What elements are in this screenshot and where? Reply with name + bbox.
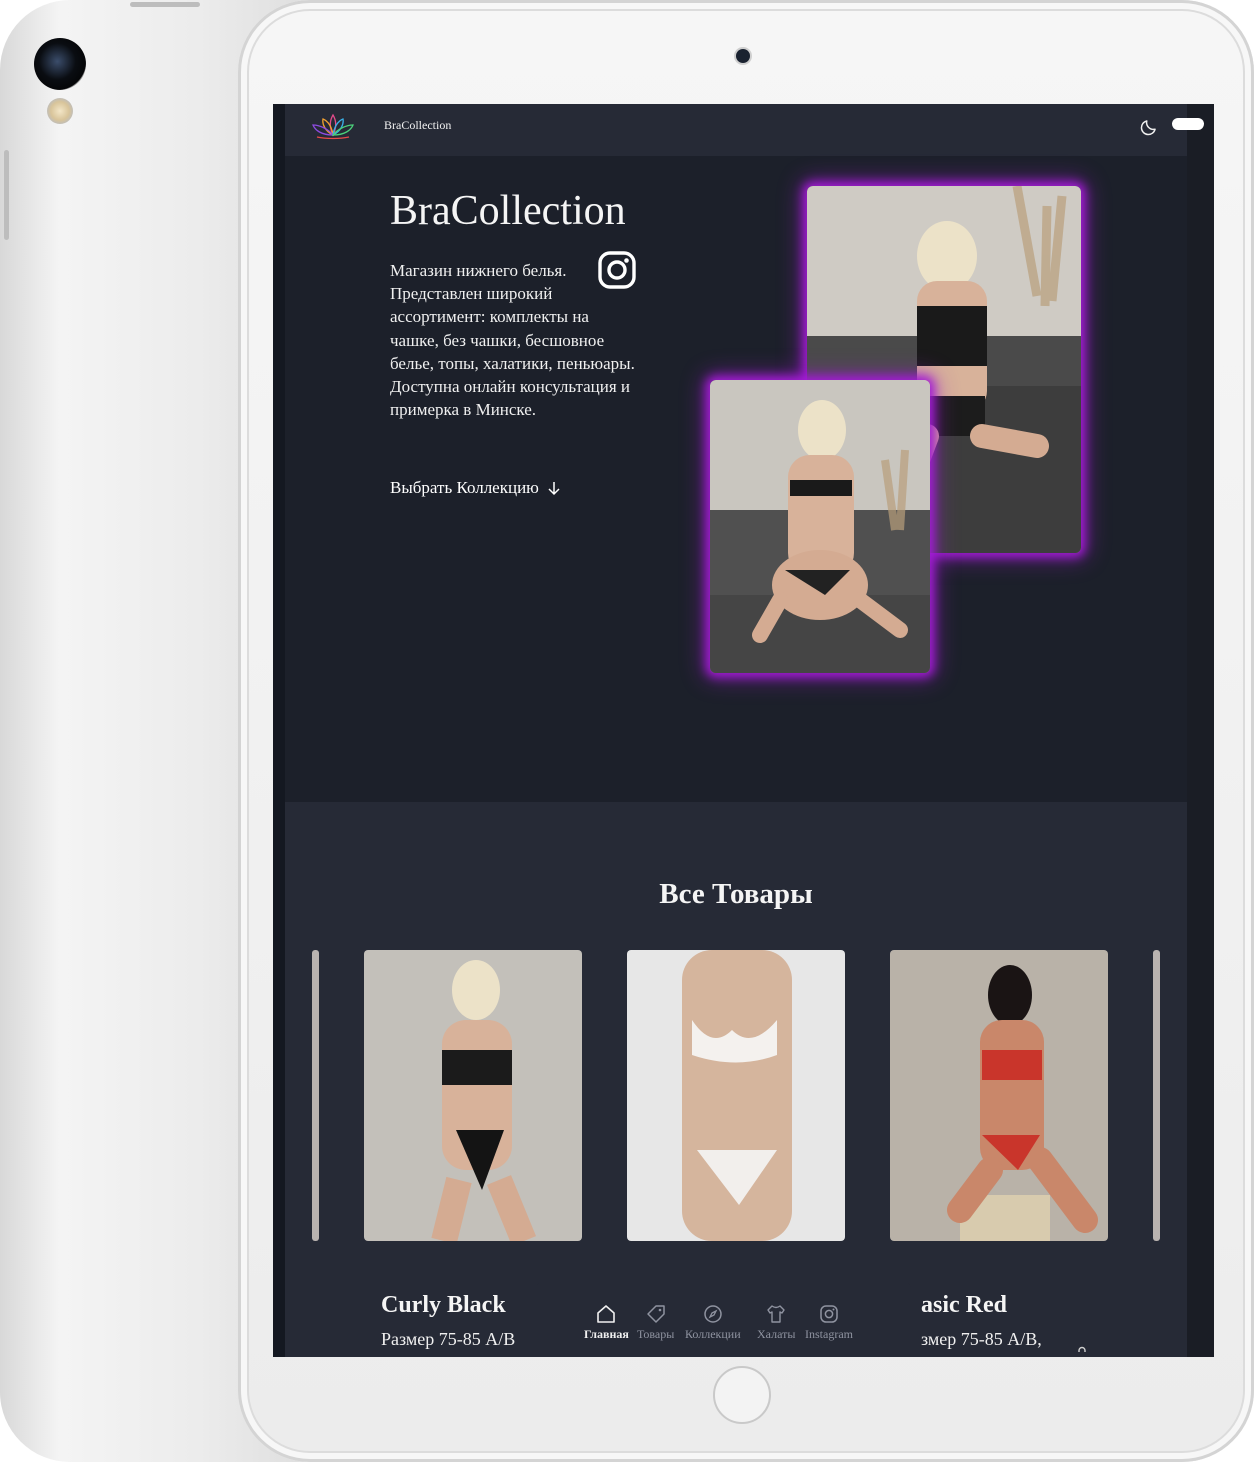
power-button <box>130 2 200 7</box>
nav-label: Коллекции <box>685 1327 741 1341</box>
moon-icon[interactable] <box>1139 115 1161 137</box>
flash-icon <box>47 98 73 124</box>
product-image-3[interactable] <box>890 950 1108 1241</box>
carousel-prev-peek[interactable] <box>312 950 319 1241</box>
choose-collection-label: Выбрать Коллекцию <box>390 478 539 497</box>
product-size: Размер 75-85 A/B <box>381 1329 516 1349</box>
hero-title: BraCollection <box>390 188 626 234</box>
nav-item-robes[interactable]: Халаты <box>757 1303 795 1342</box>
screen: BraCollection BraCollection Магазин нижн… <box>273 104 1214 1357</box>
tag-icon <box>646 1305 665 1323</box>
nav-label: Товары <box>637 1327 675 1341</box>
hero-section: BraCollection Магазин нижнего белья. Пре… <box>285 156 1187 802</box>
product-image-1[interactable] <box>364 950 582 1241</box>
product-size: змер 75-85 A/B, <box>921 1329 1042 1349</box>
battery-indicator <box>1172 118 1204 130</box>
bag-icon[interactable] <box>1074 1346 1090 1357</box>
product-name[interactable]: Curly Black <box>381 1292 506 1319</box>
instagram-icon <box>820 1305 838 1323</box>
web-page: BraCollection BraCollection Магазин нижн… <box>285 104 1187 1357</box>
instagram-icon[interactable] <box>597 250 637 290</box>
section-title: Все Товары <box>659 878 813 910</box>
bottom-nav: Главная Товары Коллекции Халаты Instagra… <box>536 1281 911 1357</box>
nav-label: Instagram <box>805 1327 853 1341</box>
rear-camera-icon <box>34 38 86 90</box>
volume-button <box>4 150 9 240</box>
product-name[interactable]: asic Red <box>921 1292 1007 1319</box>
carousel-next-peek[interactable] <box>1153 950 1160 1241</box>
brand-name[interactable]: BraCollection <box>384 118 451 133</box>
site-header: BraCollection <box>285 104 1187 156</box>
front-camera-icon <box>736 49 750 63</box>
nav-label: Халаты <box>757 1327 796 1341</box>
choose-collection-link[interactable]: Выбрать Коллекцию <box>390 478 561 498</box>
home-button[interactable] <box>713 1366 771 1424</box>
product-image-2[interactable] <box>627 950 845 1241</box>
scrollbar[interactable] <box>1187 104 1214 1357</box>
nav-label: Главная <box>584 1327 629 1341</box>
compass-icon <box>704 1305 722 1323</box>
nav-item-products[interactable]: Товары <box>637 1303 674 1342</box>
lotus-logo-icon[interactable] <box>311 111 355 141</box>
nav-item-collections[interactable]: Коллекции <box>685 1303 741 1342</box>
nav-item-home[interactable]: Главная <box>584 1303 629 1342</box>
hero-photo-back <box>710 380 930 673</box>
products-section: Все Товары Curly Black Размер 75-85 A/B … <box>285 802 1187 1357</box>
shirt-icon <box>767 1305 785 1323</box>
nav-item-instagram[interactable]: Instagram <box>805 1303 853 1342</box>
home-icon <box>597 1305 616 1323</box>
arrow-down-icon <box>548 482 560 496</box>
